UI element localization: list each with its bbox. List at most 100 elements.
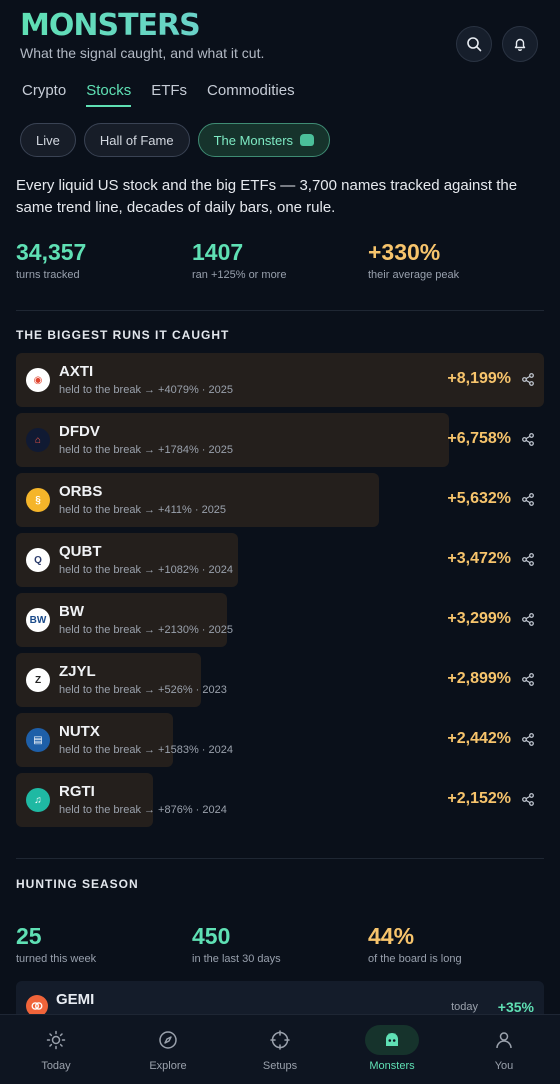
run-ticker: BW — [59, 603, 84, 620]
run-detail: held to the break → +411% · 2025 — [59, 504, 227, 516]
run-row-zjyl[interactable]: Z ZJYL held to the break → +526% · 2023 +2,… — [16, 653, 544, 707]
run-peak-pct: +2,899% — [447, 670, 511, 687]
pill-the-monsters[interactable]: The Monsters — [197, 123, 331, 157]
run-ticker: RGTI — [59, 783, 95, 800]
hunt-stat-long: 44% of the board is long — [368, 922, 544, 965]
section-biggest-runs: THE BIGGEST RUNS IT CAUGHT — [16, 328, 230, 342]
bw-logo-icon: BW — [26, 608, 50, 632]
pill-live[interactable]: Live — [20, 123, 76, 157]
run-ticker: AXTI — [59, 363, 94, 380]
stat-label: turns tracked — [16, 269, 80, 281]
run-detail: held to the break → +1583% · 2024 — [59, 744, 233, 756]
tab-stocks[interactable]: Stocks — [86, 82, 132, 107]
search-button[interactable] — [456, 26, 492, 62]
share-icon[interactable] — [522, 613, 534, 626]
stat-value: 450 — [192, 923, 231, 949]
pill-label: Hall of Fame — [99, 132, 174, 148]
run-row-dfdv[interactable]: ⌂ DFDV held to the break → +1784% · 2025 +6… — [16, 413, 544, 467]
hunt-pct: +35% — [497, 999, 534, 1015]
share-icon[interactable] — [522, 733, 534, 746]
run-peak-pct: +5,632% — [447, 490, 511, 507]
run-peak-pct: +3,472% — [447, 550, 511, 567]
run-peak-pct: +2,442% — [447, 730, 511, 747]
nav-icon-wrap — [477, 1025, 531, 1055]
nav-you[interactable]: You — [448, 1015, 560, 1084]
hunt-stat-week: 25 turned this week — [16, 922, 192, 965]
stat-ran: 1407 ran +125% or more — [192, 238, 368, 281]
nav-monsters[interactable]: Monsters — [336, 1015, 448, 1084]
tab-commodities[interactable]: Commodities — [207, 82, 295, 107]
stats-row: 34,357 turns tracked 1407 ran +125% or mor… — [16, 238, 544, 281]
run-peak-pct: +2,152% — [447, 790, 511, 807]
run-detail: held to the break → +1082% · 2024 — [59, 564, 233, 576]
share-icon[interactable] — [522, 373, 534, 386]
share-icon[interactable] — [522, 553, 534, 566]
nav-icon-wrap — [253, 1025, 307, 1055]
stat-label: in the last 30 days — [192, 953, 281, 965]
run-row-qubt[interactable]: Q QUBT held to the break → +1082% · 2024 +3… — [16, 533, 544, 587]
tab-crypto[interactable]: Crypto — [22, 82, 66, 107]
stat-value: +330% — [368, 239, 441, 265]
section-hunting-season: HUNTING SEASON — [16, 877, 139, 891]
pill-hall-of-fame[interactable]: Hall of Fame — [83, 123, 190, 157]
nav-today[interactable]: Today — [0, 1015, 112, 1084]
axti-logo-icon: ◉ — [26, 368, 50, 392]
hunt-stat-30days: 450 in the last 30 days — [192, 922, 368, 965]
rgti-logo-icon: ♫ — [26, 788, 50, 812]
run-peak-pct: +6,758% — [447, 430, 511, 447]
nav-icon-wrap — [29, 1025, 83, 1055]
stat-label: turned this week — [16, 953, 97, 965]
run-detail: held to the break → +876% · 2024 — [59, 804, 227, 816]
pill-label: The Monsters — [213, 132, 294, 148]
search-icon — [467, 37, 482, 52]
nav-setups[interactable]: Setups — [224, 1015, 336, 1084]
user-icon — [496, 1032, 512, 1049]
compass-icon — [159, 1031, 177, 1049]
runs-list: ◉ AXTI held to the break → +4079% · 2025 +8… — [16, 353, 544, 833]
run-bar — [16, 413, 449, 467]
market-tabs: Crypto Stocks ETFs Commodities — [22, 82, 295, 107]
sun-icon — [46, 1030, 66, 1050]
run-row-bw[interactable]: BW BW held to the break → +2130% · 2025 +3,… — [16, 593, 544, 647]
divider — [16, 310, 544, 311]
nav-label: You — [494, 1060, 514, 1072]
run-detail: held to the break → +1784% · 2025 — [59, 444, 233, 456]
stat-value: 34,357 — [16, 239, 87, 265]
bottom-nav: Today Explore Setups Monsters You — [0, 1014, 560, 1084]
run-bar — [16, 473, 379, 527]
view-pills: Live Hall of Fame The Monsters — [20, 123, 331, 157]
nav-icon-wrap — [365, 1025, 419, 1055]
notifications-button[interactable] — [502, 26, 538, 62]
share-icon[interactable] — [522, 433, 534, 446]
tab-etfs[interactable]: ETFs — [151, 82, 187, 107]
hunt-ticker: GEMI — [56, 991, 95, 1008]
crosshair-icon — [270, 1030, 290, 1050]
share-icon[interactable] — [522, 793, 534, 806]
run-row-orbs[interactable]: § ORBS held to the break → +411% · 2025 +5,… — [16, 473, 544, 527]
stat-value: 1407 — [192, 239, 244, 265]
run-row-nutx[interactable]: ▤ NUTX held to the break → +1583% · 2024 +2… — [16, 713, 544, 767]
nutx-logo-icon: ▤ — [26, 728, 50, 752]
pill-label: Live — [36, 132, 60, 148]
stat-value: 44% — [368, 923, 415, 949]
run-row-rgti[interactable]: ♫ RGTI held to the break → +876% · 2024 +2,… — [16, 773, 544, 827]
orbs-logo-icon: § — [26, 488, 50, 512]
run-ticker: QUBT — [59, 543, 102, 560]
stat-value: 25 — [16, 923, 42, 949]
run-detail: held to the break → +526% · 2023 — [59, 684, 227, 696]
nav-explore[interactable]: Explore — [112, 1015, 224, 1084]
hunt-when: today — [451, 1001, 478, 1013]
run-ticker: ORBS — [59, 483, 103, 500]
nav-icon-wrap — [141, 1025, 195, 1055]
share-icon[interactable] — [522, 493, 534, 506]
run-detail: held to the break → +4079% · 2025 — [59, 384, 233, 396]
app-header: MONSTERS What the signal caught, and wha… — [20, 8, 540, 68]
run-peak-pct: +8,199% — [447, 370, 511, 387]
run-row-axti[interactable]: ◉ AXTI held to the break → +4079% · 2025 +8… — [16, 353, 544, 407]
monster-icon — [300, 134, 315, 146]
run-ticker: NUTX — [59, 723, 100, 740]
stat-avg-peak: +330% their average peak — [368, 238, 544, 281]
run-ticker: DFDV — [59, 423, 100, 440]
dfdv-logo-icon: ⌂ — [26, 428, 50, 452]
share-icon[interactable] — [522, 673, 534, 686]
